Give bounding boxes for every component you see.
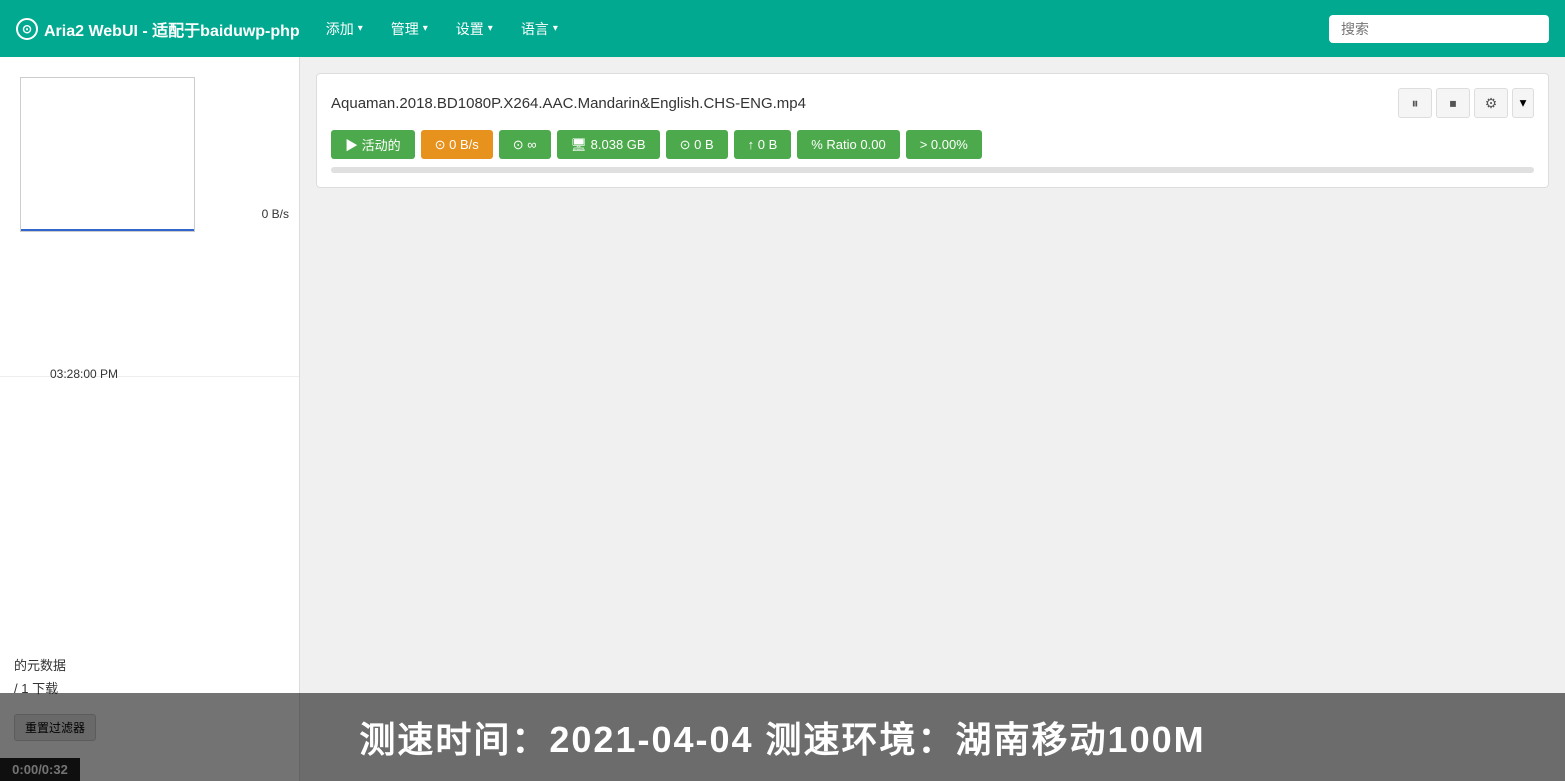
- metadata-label: 的元数据: [14, 655, 66, 674]
- chart-time-label: 03:28:00 PM: [50, 367, 118, 381]
- sidebar: 0 B/s 03:28:00 PM 的元数据 / 1 下载 重置过滤器 0:00…: [0, 57, 300, 781]
- download-header: Aquaman.2018.BD1080P.X264.AAC.Mandarin&E…: [331, 88, 1534, 118]
- badge-uploaded: ⊙ 0 B: [666, 130, 728, 159]
- sidebar-info: 的元数据 / 1 下载: [0, 641, 80, 711]
- badge-ratio: % Ratio 0.00: [797, 130, 899, 159]
- content-area: Aquaman.2018.BD1080P.X264.AAC.Mandarin&E…: [300, 57, 1565, 781]
- manage-arrow-icon: ▾: [423, 23, 428, 34]
- badge-active: ▶ 活动的: [331, 130, 415, 159]
- navbar: ⊙ Aria2 WebUI - 适配于baiduwp-php 添加 ▾ 管理 ▾…: [0, 0, 1565, 57]
- main-layout: 0 B/s 03:28:00 PM 的元数据 / 1 下载 重置过滤器 0:00…: [0, 57, 1565, 781]
- chart-speed-label: 0 B/s: [262, 207, 289, 221]
- logo-icon: ⊙: [16, 18, 38, 40]
- pause-icon: ⏸: [1412, 95, 1419, 112]
- manage-menu[interactable]: 管理 ▾: [381, 13, 438, 45]
- badge-connections: ⊙ ∞: [499, 130, 551, 159]
- speed-chart: [20, 77, 195, 232]
- add-arrow-icon: ▾: [358, 23, 363, 34]
- brand: ⊙ Aria2 WebUI - 适配于baiduwp-php: [16, 17, 300, 41]
- badge-progress: > 0.00%: [906, 130, 982, 159]
- download-count: / 1 下载: [14, 678, 66, 697]
- language-arrow-icon: ▾: [553, 23, 558, 34]
- chart-area: 0 B/s 03:28:00 PM: [0, 57, 299, 377]
- download-settings-button[interactable]: ⚙: [1474, 88, 1508, 118]
- download-actions: ⏸ ⏹ ⚙ ▾: [1398, 88, 1534, 118]
- search-input[interactable]: [1329, 15, 1549, 43]
- stop-button[interactable]: ⏹: [1436, 88, 1470, 118]
- stop-icon: ⏹: [1450, 95, 1457, 112]
- badge-upload-speed: ↑ 0 B: [734, 130, 792, 159]
- settings-menu[interactable]: 设置 ▾: [446, 13, 503, 45]
- badge-speed: ⊙ 0 B/s: [421, 130, 493, 159]
- download-item: Aquaman.2018.BD1080P.X264.AAC.Mandarin&E…: [316, 73, 1549, 188]
- video-timer: 0:00/0:32: [0, 758, 80, 781]
- status-badges: ▶ 活动的 ⊙ 0 B/s ⊙ ∞ 🖥 8.038 GB ⊙ 0 B ↑ 0 B…: [331, 130, 1534, 159]
- chevron-down-icon: ▾: [1520, 95, 1527, 111]
- language-menu[interactable]: 语言 ▾: [511, 13, 568, 45]
- badge-size: 🖥 8.038 GB: [557, 130, 660, 159]
- settings-arrow-icon: ▾: [488, 23, 493, 34]
- brand-label: Aria2 WebUI - 适配于baiduwp-php: [44, 17, 300, 41]
- dropdown-button[interactable]: ▾: [1512, 88, 1534, 118]
- reset-filter-button[interactable]: 重置过滤器: [14, 714, 96, 741]
- add-menu[interactable]: 添加 ▾: [316, 13, 373, 45]
- pause-button[interactable]: ⏸: [1398, 88, 1432, 118]
- download-filename: Aquaman.2018.BD1080P.X264.AAC.Mandarin&E…: [331, 95, 806, 112]
- progress-bar-container: [331, 167, 1534, 173]
- gear-icon: ⚙: [1485, 95, 1498, 112]
